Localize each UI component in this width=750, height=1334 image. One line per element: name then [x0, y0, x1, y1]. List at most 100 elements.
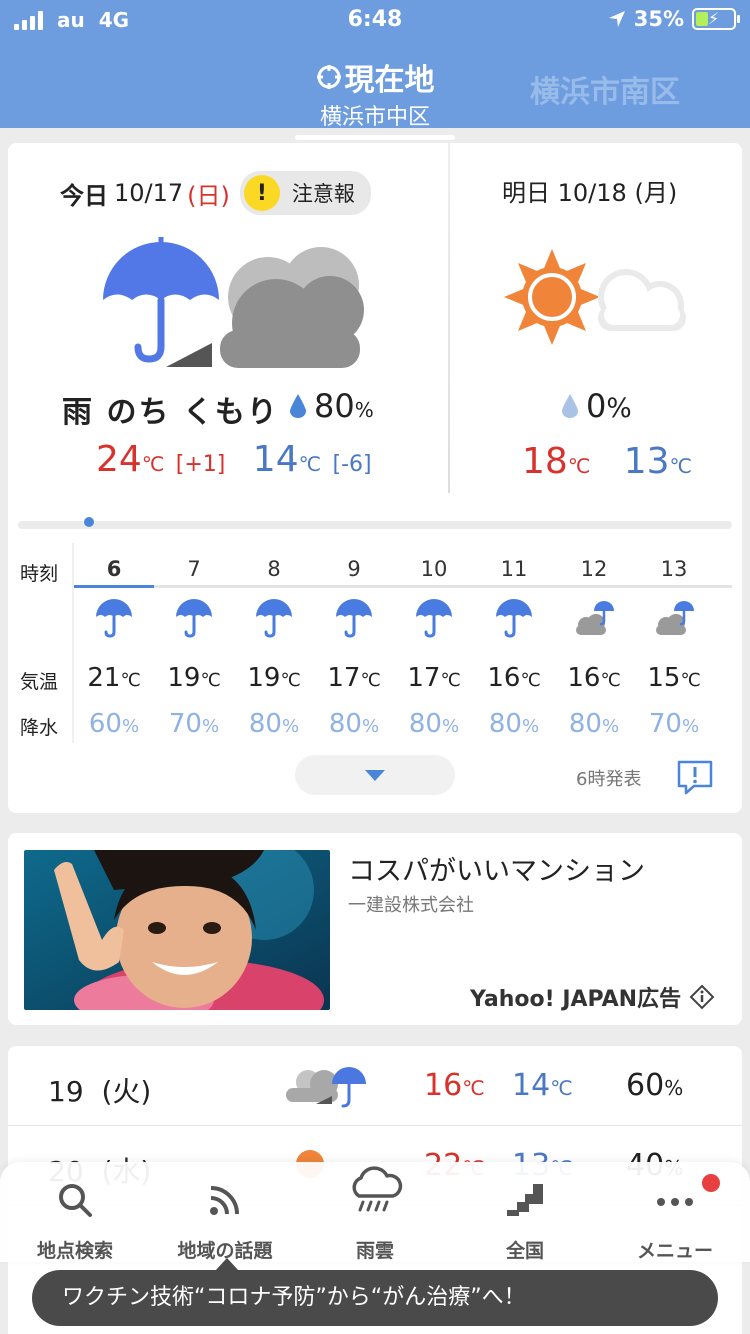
tomorrow-temps: 18℃ 13℃ — [522, 441, 692, 482]
tomorrow-high: 18℃ — [522, 441, 590, 482]
hour-temp: 19℃ — [154, 663, 234, 693]
alert-badge[interactable]: ! 注意報 — [239, 171, 371, 215]
hour-label: 7 — [187, 557, 201, 581]
weekly-low: 14 — [512, 1068, 551, 1103]
hour-temp-value: 17 — [327, 663, 361, 693]
tomorrow-weekday: (月) — [634, 179, 678, 207]
unit: % — [601, 716, 620, 737]
hour-pop-value: 70 — [648, 709, 682, 739]
hour-label: 11 — [500, 557, 528, 581]
cloudy-then-rain-icon — [286, 1067, 366, 1108]
raindrop-icon — [562, 394, 578, 418]
warning-icon: ! — [243, 175, 280, 211]
sunny-then-cloudy-icon — [504, 249, 686, 345]
ad-title[interactable]: コスパがいいマンション — [348, 849, 645, 888]
raindrop-icon — [290, 394, 306, 418]
today-low-value: 14 — [252, 439, 299, 480]
hour-temp-value: 16 — [487, 663, 521, 693]
weekly-weekday: (火) — [101, 1075, 152, 1108]
today-high-value: 24 — [96, 439, 142, 480]
feedback-icon[interactable] — [676, 758, 714, 796]
tomorrow-low-value: 13 — [623, 441, 670, 482]
nav-label: メニュー — [636, 1240, 713, 1262]
more-icon — [657, 1198, 693, 1206]
nav-national[interactable]: 全国 — [450, 1162, 600, 1262]
weekly-high: 16 — [424, 1068, 463, 1103]
hour-precip: 60% — [74, 709, 154, 739]
unit: ℃ — [520, 670, 541, 691]
today-low-diff: [-6] — [332, 452, 372, 477]
nav-local-topics[interactable]: 地域の話題 — [150, 1162, 300, 1262]
hour-temp: 16℃ — [554, 663, 634, 693]
cloud-umbrella-icon — [654, 599, 694, 639]
nav-label: 雨雲 — [355, 1240, 394, 1262]
weekly-pop: 60 — [626, 1068, 665, 1103]
hour-precip: 80% — [234, 709, 314, 739]
umbrella-icon — [414, 599, 454, 639]
weekly-row[interactable]: 19 (火) 16℃ 14℃ 60% — [8, 1046, 742, 1126]
nav-label: 地点検索 — [36, 1240, 113, 1262]
tomorrow-header: 明日 10/18 (月) — [502, 173, 677, 208]
umbrella-icon — [494, 599, 534, 639]
tomorrow-date: 10/18 — [557, 179, 627, 207]
map-icon — [507, 1184, 543, 1216]
hour-label: 9 — [347, 557, 361, 581]
unit: % — [521, 716, 540, 737]
ad-brand[interactable]: Yahoo! JAPAN広告 — [470, 981, 715, 1013]
day-scroll-indicator[interactable] — [18, 517, 732, 529]
today-low: 14℃ [-6] — [253, 439, 372, 480]
pop-unit: % — [664, 1076, 684, 1100]
unit: ℃ — [440, 670, 461, 691]
unit: % — [281, 716, 300, 737]
row-label-time: 時刻 — [20, 563, 59, 585]
tab-current-location[interactable]: 現在地 横浜市中区 — [295, 55, 455, 140]
unit: % — [201, 716, 220, 737]
unit: ℃ — [550, 1076, 573, 1100]
nav-search[interactable]: 地点検索 — [0, 1162, 150, 1262]
hour-temp-value: 16 — [567, 663, 601, 693]
unit: ℃ — [462, 1076, 485, 1100]
today-high-diff: [+1] — [175, 452, 226, 477]
ad-brand-label: Yahoo! JAPAN広告 — [470, 987, 682, 1012]
hour-precip: 70% — [154, 709, 234, 739]
hour-pop-value: 70 — [168, 709, 202, 739]
location-arrow-icon — [608, 11, 625, 27]
hour-pop-value: 80 — [488, 709, 522, 739]
hourly-scroll-area[interactable]: 6 21℃ 60% 7 19℃ 70% 8 19℃ 80% 9 17℃ 80% 10 17℃ 80% 11 16… — [72, 543, 732, 743]
umbrella-icon — [254, 599, 294, 639]
tab-minami-ku[interactable]: 横浜市南区 — [530, 67, 680, 111]
hour-temp: 15℃ — [634, 663, 714, 693]
nav-rain-radar[interactable]: 雨雲 — [300, 1162, 450, 1262]
unit: ℃ — [360, 670, 381, 691]
cloud-umbrella-icon — [574, 599, 614, 639]
hour-temp-value: 17 — [407, 663, 441, 693]
ad-card[interactable]: コスパがいいマンション 一建設株式会社 Yahoo! JAPAN広告 — [8, 833, 742, 1025]
ad-image[interactable] — [24, 850, 330, 1010]
hour-label: 10 — [420, 557, 448, 581]
unit: ℃ — [280, 670, 301, 691]
hour-temp: 19℃ — [234, 663, 314, 693]
today-label: 今日 — [60, 181, 108, 210]
battery-icon: ⚡ — [692, 8, 740, 30]
today-precip-prob: 80% — [290, 387, 374, 425]
tomorrow-label: 明日 — [502, 179, 550, 207]
tab-label: 現在地 — [344, 63, 435, 98]
rain-then-cloudy-icon — [103, 237, 364, 368]
pop-unit: % — [354, 398, 374, 422]
today-temps: 24℃ [+1] 14℃ [-6] — [96, 439, 372, 480]
hour-precip: 80% — [554, 709, 634, 739]
hourly-forecast: 時刻 気温 降水 6 21℃ 60% 7 19℃ 70% 8 19℃ 80% 9 17℃ 80% 10 1… — [8, 543, 742, 743]
alert-label: 注意報 — [291, 182, 355, 206]
news-toast[interactable]: ワクチン技術“コロナ予防”から“がん治療”へ！ — [32, 1270, 718, 1326]
row-label-temp: 気温 — [20, 671, 59, 693]
expand-hourly-button[interactable] — [295, 755, 455, 795]
hour-label: 8 — [267, 557, 281, 581]
chevron-down-icon — [365, 770, 385, 781]
hour-label: 12 — [580, 557, 608, 581]
hour-temp: 21℃ — [74, 663, 154, 693]
nav-menu[interactable]: メニュー — [600, 1162, 750, 1262]
current-hour-indicator — [74, 585, 154, 588]
hour-pop-value: 80 — [248, 709, 282, 739]
ad-info-icon[interactable] — [689, 984, 715, 1010]
hour-precip: 70% — [634, 709, 714, 739]
